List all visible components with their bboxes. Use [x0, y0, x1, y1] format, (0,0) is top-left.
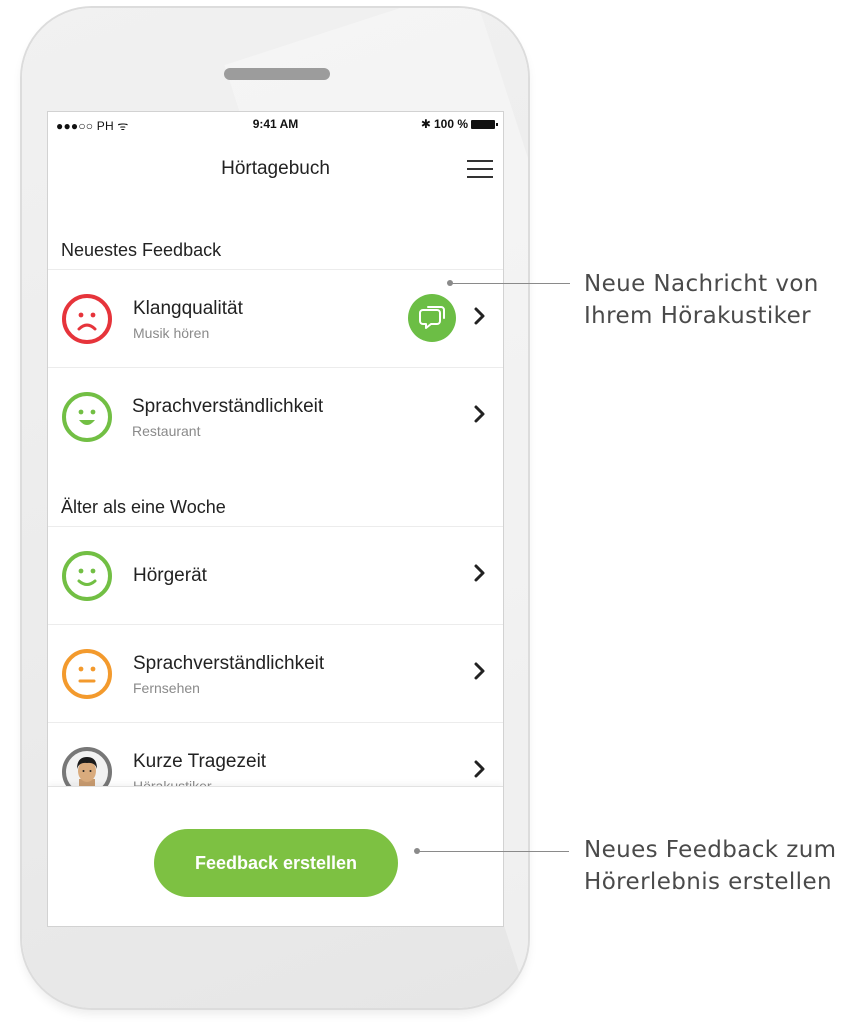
- sad-face-icon: [62, 294, 112, 344]
- smile-face-icon: [62, 551, 112, 601]
- section-header-older: Älter als eine Woche: [61, 497, 226, 517]
- row-subtitle: Restaurant: [132, 423, 201, 439]
- row-subtitle: Musik hören: [133, 325, 210, 341]
- status-bar: ●●●○○ PH ᯤ 9:41 AM ✱ 100 %: [48, 112, 503, 134]
- row-title: Sprachverständlichkeit: [132, 396, 324, 417]
- page-title: Hörtagebuch: [221, 158, 330, 179]
- app-screen: ●●●○○ PH ᯤ 9:41 AM ✱ 100 % Hörtagebuch N…: [47, 111, 504, 927]
- row-title: Hörgerät: [133, 565, 207, 586]
- feedback-row-sprachverstaendlichkeit-fernsehen[interactable]: Sprachverständlichkeit Fernsehen: [48, 624, 503, 723]
- feedback-row-sprachverstaendlichkeit-restaurant[interactable]: Sprachverständlichkeit Restaurant: [48, 367, 503, 466]
- chevron-right-icon: [474, 405, 485, 423]
- hamburger-menu-icon[interactable]: [467, 158, 493, 178]
- chevron-right-icon: [474, 760, 485, 778]
- row-title: Sprachverständlichkeit: [133, 653, 325, 674]
- feedback-row-hoergeraet[interactable]: Hörgerät: [48, 526, 503, 625]
- neutral-face-icon: [62, 649, 112, 699]
- chevron-right-icon: [474, 564, 485, 582]
- message-bubble-icon[interactable]: [408, 294, 456, 342]
- annotation-new-feedback: Neues Feedback zum Hörerlebnis erstellen: [584, 834, 836, 898]
- battery-icon: [471, 119, 498, 129]
- feedback-row-klangqualitaet[interactable]: Klangqualität Musik hören: [48, 269, 503, 368]
- phone-speaker: [224, 68, 330, 80]
- row-subtitle: Fernsehen: [133, 680, 200, 696]
- bottom-action-panel: Feedback erstellen: [48, 786, 503, 926]
- annotation-feedback-line2: Hörerlebnis erstellen: [584, 869, 832, 895]
- battery-percent: 100 %: [433, 117, 468, 131]
- annotation-feedback-line1: Neues Feedback zum: [584, 837, 837, 863]
- status-right: ✱ 100 %: [420, 117, 498, 131]
- annotation-new-message: Neue Nachricht von Ihrem Hörakustiker: [584, 268, 819, 332]
- chevron-right-icon: [474, 307, 485, 325]
- section-header-recent: Neuestes Feedback: [61, 240, 222, 260]
- annotation-line-feedback: [417, 851, 569, 852]
- happy-face-icon: [62, 392, 112, 442]
- annotation-message-line1: Neue Nachricht von: [584, 271, 819, 297]
- row-title: Klangqualität: [133, 298, 243, 319]
- phone-frame: ●●●○○ PH ᯤ 9:41 AM ✱ 100 % Hörtagebuch N…: [22, 8, 528, 1008]
- row-title: Kurze Tragezeit: [133, 751, 267, 772]
- create-feedback-button[interactable]: Feedback erstellen: [154, 829, 398, 897]
- annotation-message-line2: Ihrem Hörakustiker: [584, 303, 811, 329]
- bluetooth-icon: ✱: [420, 117, 431, 131]
- chevron-right-icon: [474, 662, 485, 680]
- nav-bar: Hörtagebuch: [48, 150, 503, 190]
- annotation-line-message: [450, 283, 570, 284]
